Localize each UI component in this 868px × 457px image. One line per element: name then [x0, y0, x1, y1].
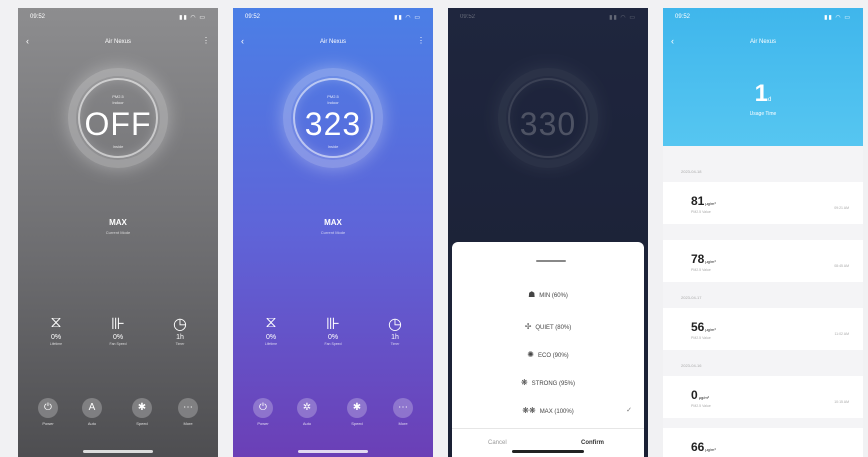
confirm-button[interactable]: Confirm	[581, 440, 604, 446]
max-icon: ❋❋	[522, 406, 536, 415]
auto-button[interactable]: ✲ Auto	[285, 398, 329, 426]
status-bar: 09:52 ▮▮ ◠ ▭	[663, 8, 863, 26]
dial-label-top: PM2.5	[112, 94, 124, 99]
list-item[interactable]: 56μg/m³ PM2.5 Value 11:02 AM	[663, 308, 863, 350]
current-mode-label: Current Mode	[105, 230, 131, 235]
air-quality-dial: PM2.5 Indoor 323 Inside	[283, 68, 383, 168]
home-indicator	[512, 450, 584, 453]
power-button[interactable]: ⏻ Power	[241, 398, 285, 426]
nav-bar: ‹ Air Nexus	[663, 36, 863, 52]
section-date: 2023-04-17	[681, 295, 702, 300]
speed-icon: ✱	[132, 398, 152, 418]
speed-button[interactable]: ✱ Speed	[120, 398, 164, 426]
section-date: 2023-04-16	[681, 363, 702, 368]
auto-icon: ✲	[297, 398, 317, 418]
clock-icon: ◷	[173, 316, 187, 333]
status-icons: ▮▮ ◠ ▭	[824, 15, 851, 21]
usage-days-label: Usage Time	[749, 111, 777, 117]
sleep-icon: ☗	[528, 290, 536, 299]
power-button[interactable]: ⏻ Power	[26, 398, 70, 426]
phone-screen-on: 09:52 ▮▮ ◠ ▭ ‹ Air Nexus ⋮ PM2.5 Indoor …	[233, 8, 433, 457]
page-title: Air Nexus	[749, 39, 776, 45]
more-button[interactable]: ⋯ More	[381, 398, 425, 426]
control-buttons: ⏻ Power A Auto ✱ Speed ⋯ More	[26, 398, 210, 438]
stat-timer: ◷ 1h Timer	[367, 314, 423, 346]
stat-fan-speed: ⊪ 0% Fan Speed	[305, 314, 361, 346]
auto-button[interactable]: A Auto	[70, 398, 114, 426]
filter-icon: ⧖	[265, 314, 277, 331]
nav-bar: ‹ Air Nexus ⋮	[18, 36, 218, 52]
list-item[interactable]: 0μg/m³ PM2.5 Value 10:15 AM	[663, 376, 863, 418]
current-mode: MAX	[109, 218, 127, 227]
option-eco[interactable]: ✺ ECO (90%)	[452, 350, 644, 359]
usage-days: 1d	[754, 80, 772, 107]
page-title: Air Nexus	[104, 39, 131, 45]
dial-label-bottom: Inside	[112, 144, 124, 149]
strong-icon: ❋	[520, 378, 528, 387]
air-quality-dial: PM2.5 Indoor OFF Inside	[68, 68, 168, 168]
phone-screen-mode-picker: 09:52 ▮▮ ◠ ▭ 330 ☗ MIN (60%) ✢ QUIET (80%)…	[448, 8, 648, 457]
status-time: 09:52	[30, 14, 46, 20]
current-mode-label: Current Mode	[320, 230, 346, 235]
stat-lifetime: ⧖ 0% Lifetime	[28, 314, 84, 346]
phone-screen-history: 09:52 ▮▮ ◠ ▭ ‹ Air Nexus 1d Usage Time 2…	[663, 8, 863, 457]
more-icon[interactable]: ⋮	[202, 36, 210, 45]
speed-icon: ✱	[347, 398, 367, 418]
filter-icon: ⧖	[50, 314, 62, 331]
dial-label-bottom: Inside	[327, 144, 339, 149]
home-indicator	[83, 450, 153, 453]
option-min[interactable]: ☗ MIN (60%)	[452, 290, 644, 299]
dial-label-sub: Indoor	[112, 100, 124, 105]
current-mode: MAX	[324, 218, 342, 227]
status-bar: 09:52 ▮▮ ◠ ▭	[233, 8, 433, 26]
option-quiet[interactable]: ✢ QUIET (80%)	[452, 322, 644, 331]
stat-timer: ◷ 1h Timer	[152, 314, 208, 346]
list-item[interactable]: 78μg/m³ PM2.5 Value 08:45 AM	[663, 240, 863, 282]
phone-screen-off: 09:52 ▮▮ ◠ ▭ ‹ Air Nexus ⋮ PM2.5 Indoor …	[18, 8, 218, 457]
sheet-handle[interactable]	[536, 260, 566, 262]
more-icon[interactable]: ⋮	[417, 36, 425, 45]
speed-button[interactable]: ✱ Speed	[335, 398, 379, 426]
status-icons: ▮▮ ◠ ▭	[179, 15, 206, 21]
option-strong[interactable]: ❋ STRONG (95%)	[452, 378, 644, 387]
status-time: 09:52	[245, 14, 261, 20]
nav-bar: ‹ Air Nexus ⋮	[233, 36, 433, 52]
cancel-button[interactable]: Cancel	[488, 440, 507, 446]
list-item[interactable]: 66μg/m³	[663, 428, 863, 457]
fan-icon: ⊪	[326, 316, 340, 333]
home-indicator	[298, 450, 368, 453]
dial-value: 323	[304, 106, 362, 142]
more-icon: ⋯	[393, 398, 413, 418]
clock-icon: ◷	[388, 316, 402, 333]
status-icons: ▮▮ ◠ ▭	[394, 15, 421, 21]
usage-header: 09:52 ▮▮ ◠ ▭ ‹ Air Nexus 1d Usage Time	[663, 8, 863, 146]
eco-icon: ✺	[527, 350, 534, 359]
dial-value: OFF	[84, 106, 152, 142]
auto-icon: A	[82, 398, 102, 418]
section-date: 2023-04-18	[681, 169, 702, 174]
control-buttons: ⏻ Power ✲ Auto ✱ Speed ⋯ More	[241, 398, 425, 438]
power-icon: ⏻	[253, 398, 273, 418]
fan-icon: ⊪	[111, 316, 125, 333]
check-icon: ✓	[626, 407, 632, 414]
dial-label-sub: Indoor	[327, 100, 339, 105]
mode-picker-sheet: ☗ MIN (60%) ✢ QUIET (80%) ✺ ECO (90%) ❋ STRO…	[452, 242, 644, 457]
more-button[interactable]: ⋯ More	[166, 398, 210, 426]
power-icon: ⏻	[38, 398, 58, 418]
stat-lifetime: ⧖ 0% Lifetime	[243, 314, 299, 346]
option-max[interactable]: ❋❋ MAX (100%)	[452, 406, 644, 415]
divider	[452, 428, 644, 429]
more-icon: ⋯	[178, 398, 198, 418]
status-time: 09:52	[675, 14, 691, 20]
stats-row: ⧖ 0% Lifetime ⊪ 0% Fan Speed ◷ 1h Timer	[243, 314, 423, 364]
list-item[interactable]: 81μg/m³ PM2.5 Value 09:21 AM	[663, 182, 863, 224]
dial-label-top: PM2.5	[327, 94, 339, 99]
page-title: Air Nexus	[319, 39, 346, 45]
status-bar: 09:52 ▮▮ ◠ ▭	[18, 8, 218, 26]
quiet-icon: ✢	[524, 322, 532, 331]
stat-fan-speed: ⊪ 0% Fan Speed	[90, 314, 146, 346]
stats-row: ⧖ 0% Lifetime ⊪ 0% Fan Speed ◷ 1h Timer	[28, 314, 208, 364]
